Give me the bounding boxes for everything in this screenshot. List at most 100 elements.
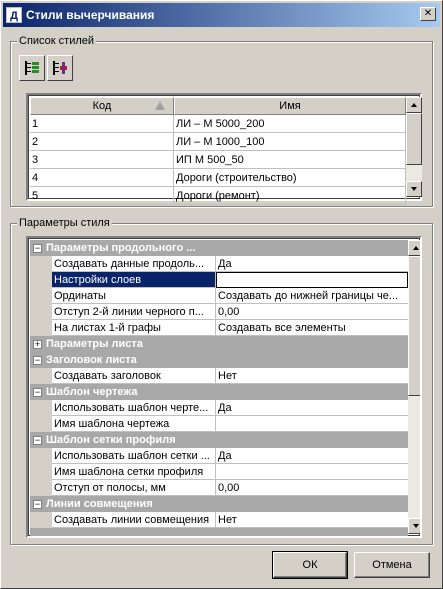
property-grid-rows: − Параметры продольного ... Создавать да… (30, 240, 408, 536)
property-value-editor[interactable] (216, 272, 408, 288)
row-gutter (30, 400, 52, 416)
styles-scrollbar[interactable] (406, 97, 422, 197)
property-value[interactable]: Создавать до нижней границы че... (216, 288, 408, 304)
property-row[interactable]: Создавать заголовок Нет (30, 368, 408, 384)
table-row[interactable]: 5 Дороги (ремонт) (30, 187, 406, 205)
row-gutter (30, 320, 52, 336)
sort-arrow-icon (155, 101, 165, 110)
column-header-code-label: Код (92, 100, 112, 112)
ok-button[interactable]: ОК (272, 551, 348, 579)
cell-name: ЛИ – М 5000_200 (174, 115, 406, 133)
collapse-icon[interactable]: − (33, 436, 42, 445)
table-row[interactable]: 2 ЛИ – М 1000_100 (30, 133, 406, 151)
row-gutter (30, 464, 52, 480)
property-row[interactable]: Ординаты Создавать до нижней границы че.… (30, 288, 408, 304)
property-grid: − Параметры продольного ... Создавать да… (26, 236, 422, 538)
category-row[interactable]: + Параметры листа (30, 336, 408, 352)
arrow-up-icon (413, 246, 419, 250)
property-row[interactable]: Имя шаблона сетки профиля (30, 464, 408, 480)
property-value[interactable] (216, 416, 408, 432)
cell-code: 5 (30, 187, 174, 205)
property-row[interactable]: Отступ от полосы, мм 0,00 (30, 480, 408, 496)
category-row[interactable]: − Шаблон сетки профиля (30, 432, 408, 448)
table-row[interactable]: 1 ЛИ – М 5000_200 (30, 115, 406, 133)
styles-table: Код Имя 1 ЛИ – М 5000_200 2 ЛИ – М 1000_… (26, 93, 422, 205)
delete-style-button[interactable] (47, 55, 73, 81)
dialog-window: Д Стили вычерчивания ✕ Список стилей Код… (0, 0, 443, 589)
category-label: Параметры листа (46, 338, 143, 350)
category-label: Шаблон сетки профиля (46, 434, 176, 446)
property-row-selected[interactable]: Настройки слоев (30, 272, 408, 288)
property-row[interactable]: Создавать данные продоль... Да (30, 256, 408, 272)
category-label: Заголовок листа (46, 354, 137, 366)
category-row[interactable]: − Параметры продольного ... (30, 240, 408, 256)
collapse-icon[interactable]: − (33, 388, 42, 397)
property-name: Создавать данные продоль... (52, 256, 216, 272)
params-scrollbar[interactable] (408, 240, 420, 534)
row-gutter (30, 272, 52, 288)
row-gutter (30, 448, 52, 464)
property-name: Отступ 2-й линии черного п... (52, 304, 216, 320)
property-value[interactable]: Да (216, 256, 408, 272)
property-name: Создавать заголовок (52, 368, 216, 384)
arrow-up-icon (411, 103, 417, 107)
column-header-code[interactable]: Код (30, 97, 174, 115)
add-style-button[interactable] (19, 55, 45, 81)
collapse-icon[interactable]: − (33, 356, 42, 365)
property-row[interactable]: Использовать шаблон сетки ... Да (30, 448, 408, 464)
collapse-icon[interactable]: − (33, 500, 42, 509)
row-gutter (30, 416, 52, 432)
property-name: Создавать линии совмещения (52, 512, 216, 528)
scroll-down-button[interactable] (408, 518, 420, 534)
add-style-icon (25, 61, 39, 75)
property-row[interactable]: Создавать линии совмещения Нет (30, 512, 408, 528)
category-row[interactable]: − Шаблон чертежа (30, 384, 408, 400)
property-row[interactable]: На листах 1-й графы Создавать все элемен… (30, 320, 408, 336)
property-name: Имя шаблона чертежа (52, 416, 216, 432)
scroll-thumb[interactable] (406, 113, 422, 165)
app-icon: Д (6, 7, 22, 23)
close-button[interactable]: ✕ (420, 7, 436, 21)
cell-code: 2 (30, 133, 174, 151)
styles-group-label: Список стилей (17, 35, 97, 47)
property-value[interactable]: Да (216, 448, 408, 464)
row-gutter (30, 368, 52, 384)
property-value[interactable]: Создавать все элементы (216, 320, 408, 336)
delete-style-icon (53, 61, 67, 75)
category-row-partial (30, 528, 408, 536)
collapse-icon[interactable]: − (33, 244, 42, 253)
cell-name: ИП М 500_50 (174, 151, 406, 169)
property-row[interactable]: Имя шаблона чертежа (30, 416, 408, 432)
column-header-name-label: Имя (279, 100, 301, 112)
scroll-up-button[interactable] (406, 97, 422, 113)
expand-icon[interactable]: + (33, 340, 42, 349)
property-value[interactable]: Нет (216, 368, 408, 384)
property-value[interactable] (216, 464, 408, 480)
row-gutter (30, 512, 52, 528)
property-value[interactable]: 0,00 (216, 480, 408, 496)
scroll-thumb[interactable] (408, 256, 420, 396)
arrow-down-icon (413, 524, 419, 528)
category-row[interactable]: − Линии совмещения (30, 496, 408, 512)
cell-code: 3 (30, 151, 174, 169)
property-value[interactable]: Да (216, 400, 408, 416)
table-row[interactable]: 4 Дороги (строительство) (30, 169, 406, 187)
property-value[interactable]: 0,00 (216, 304, 408, 320)
cell-name: Дороги (ремонт) (174, 187, 406, 205)
title-bar[interactable]: Д Стили вычерчивания ✕ (3, 3, 440, 27)
property-row[interactable]: Отступ 2-й линии черного п... 0,00 (30, 304, 408, 320)
table-row[interactable]: 3 ИП М 500_50 (30, 151, 406, 169)
scroll-up-button[interactable] (408, 240, 420, 256)
property-row[interactable]: Использовать шаблон черте... Да (30, 400, 408, 416)
property-name: Ординаты (52, 288, 216, 304)
column-header-name[interactable]: Имя (174, 97, 406, 115)
property-name: Настройки слоев (52, 272, 216, 288)
row-gutter (30, 304, 52, 320)
scroll-down-button[interactable] (406, 181, 422, 197)
category-row[interactable]: − Заголовок листа (30, 352, 408, 368)
params-group: Параметры стиля − Параметры продольного … (10, 217, 433, 545)
property-name: Отступ от полосы, мм (52, 480, 216, 496)
cancel-button[interactable]: Отмена (354, 552, 430, 578)
property-value[interactable]: Нет (216, 512, 408, 528)
arrow-down-icon (411, 187, 417, 191)
